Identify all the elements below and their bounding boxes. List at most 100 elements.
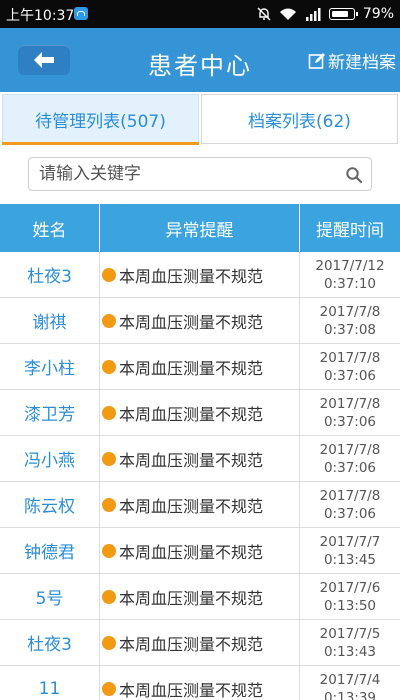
tab-bar: 待管理列表(507) 档案列表(62) [0, 92, 400, 146]
alert-clock: 0:37:06 [323, 413, 377, 430]
alert-clock: 0:13:43 [323, 643, 377, 660]
alert-time: 2017/7/8 0:37:06 [300, 436, 400, 481]
table-row[interactable]: 李小柱 本周血压测量不规范 2017/7/8 0:37:06 [0, 344, 400, 390]
active-tab-indicator [2, 142, 199, 145]
alert-text: 本周血压测量不规范 [119, 496, 264, 516]
patient-name[interactable]: 冯小燕 [0, 436, 100, 481]
alert-dot-icon [102, 635, 116, 650]
alert-dot-icon [102, 359, 116, 374]
alert-date: 2017/7/8 [319, 487, 381, 504]
tab-record-list[interactable]: 档案列表(62) [201, 94, 398, 144]
alert-text: 本周血压测量不规范 [119, 404, 264, 424]
alert-cell: 本周血压测量不规范 [100, 344, 300, 389]
alert-time: 2017/7/4 0:13:39 [300, 666, 400, 700]
wifi-icon [279, 7, 297, 21]
patient-name[interactable]: 杜夜3 [0, 620, 100, 665]
alert-dot-icon [102, 451, 116, 466]
patient-name[interactable]: 5号 [0, 574, 100, 619]
alert-cell: 本周血压测量不规范 [100, 436, 300, 481]
patient-name[interactable]: 李小柱 [0, 344, 100, 389]
patient-name[interactable]: 11 [0, 666, 100, 700]
edit-icon [308, 52, 325, 69]
patient-name[interactable]: 漆卫芳 [0, 390, 100, 435]
app-header: 患者中心 新建档案 [0, 28, 400, 92]
alert-cell: 本周血压测量不规范 [100, 666, 300, 700]
alert-cell: 本周血压测量不规范 [100, 252, 300, 297]
alert-date: 2017/7/12 [315, 257, 385, 274]
alert-time: 2017/7/5 0:13:43 [300, 620, 400, 665]
table-row[interactable]: 11 本周血压测量不规范 2017/7/4 0:13:39 [0, 666, 400, 700]
alert-date: 2017/7/7 [319, 533, 381, 550]
table-row[interactable]: 杜夜3 本周血压测量不规范 2017/7/5 0:13:43 [0, 620, 400, 666]
column-header-time: 提醒时间 [316, 220, 384, 241]
alert-date: 2017/7/8 [319, 395, 381, 412]
patient-name[interactable]: 陈云权 [0, 482, 100, 527]
alert-date: 2017/7/8 [319, 303, 381, 320]
alert-time: 2017/7/8 0:37:06 [300, 482, 400, 527]
alert-cell: 本周血压测量不规范 [100, 620, 300, 665]
alert-dot-icon [102, 313, 116, 328]
alert-dot-icon [102, 405, 116, 420]
patient-list: 杜夜3 本周血压测量不规范 2017/7/12 0:37:10 谢祺 本周血压测量… [0, 252, 400, 700]
alert-date: 2017/7/5 [319, 625, 381, 642]
patient-name[interactable]: 杜夜3 [0, 252, 100, 297]
alert-text: 本周血压测量不规范 [119, 542, 264, 562]
alert-time: 2017/7/7 0:13:45 [300, 528, 400, 573]
alert-dot-icon [102, 589, 116, 604]
table-row[interactable]: 漆卫芳 本周血压测量不规范 2017/7/8 0:37:06 [0, 390, 400, 436]
signal-icon [305, 7, 321, 21]
status-icons: 79% [257, 5, 394, 23]
app-notification-icon [74, 7, 88, 20]
alert-clock: 0:13:50 [323, 597, 377, 614]
alert-date: 2017/7/8 [319, 441, 381, 458]
alert-dot-icon [102, 543, 116, 558]
column-header-alert: 异常提醒 [100, 204, 300, 252]
alert-dot-icon [102, 267, 116, 282]
table-row[interactable]: 冯小燕 本周血压测量不规范 2017/7/8 0:37:06 [0, 436, 400, 482]
table-row[interactable]: 5号 本周血压测量不规范 2017/7/6 0:13:50 [0, 574, 400, 620]
search-box [28, 157, 372, 191]
patient-name[interactable]: 钟德君 [0, 528, 100, 573]
alert-clock: 0:37:06 [323, 367, 377, 384]
column-header-name: 姓名 [0, 204, 100, 252]
new-record-label: 新建档案 [328, 53, 396, 73]
alert-date: 2017/7/6 [319, 579, 381, 596]
new-record-button[interactable]: 新建档案 [308, 48, 396, 73]
table-row[interactable]: 陈云权 本周血压测量不规范 2017/7/8 0:37:06 [0, 482, 400, 528]
alert-date: 2017/7/8 [319, 349, 381, 366]
table-row[interactable]: 谢祺 本周血压测量不规范 2017/7/8 0:37:08 [0, 298, 400, 344]
alert-text: 本周血压测量不规范 [119, 634, 264, 654]
status-time: 上午10:37 [6, 8, 75, 24]
search-icon[interactable] [345, 166, 363, 184]
bell-muted-icon [257, 7, 271, 21]
alert-text: 本周血压测量不规范 [119, 312, 264, 332]
alert-text: 本周血压测量不规范 [119, 680, 264, 700]
alert-clock: 0:37:06 [323, 459, 377, 476]
tab-pending-list[interactable]: 待管理列表(507) [2, 94, 199, 144]
alert-dot-icon [102, 681, 116, 696]
alert-clock: 0:37:10 [323, 275, 377, 292]
search-input[interactable] [39, 158, 339, 190]
alert-cell: 本周血压测量不规范 [100, 528, 300, 573]
alert-clock: 0:37:08 [323, 321, 377, 338]
alert-time: 2017/7/6 0:13:50 [300, 574, 400, 619]
alert-date: 2017/7/4 [319, 671, 381, 688]
alert-text: 本周血压测量不规范 [119, 266, 264, 286]
alert-text: 本周血压测量不规范 [119, 450, 264, 470]
patient-name[interactable]: 谢祺 [0, 298, 100, 343]
status-bar: 上午10:37 79% [0, 0, 400, 28]
alert-time: 2017/7/12 0:37:10 [300, 252, 400, 297]
alert-time: 2017/7/8 0:37:06 [300, 390, 400, 435]
alert-time: 2017/7/8 0:37:08 [300, 298, 400, 343]
alert-time: 2017/7/8 0:37:06 [300, 344, 400, 389]
table-row[interactable]: 钟德君 本周血压测量不规范 2017/7/7 0:13:45 [0, 528, 400, 574]
alert-cell: 本周血压测量不规范 [100, 482, 300, 527]
battery-icon [328, 8, 358, 20]
alert-clock: 0:13:39 [323, 689, 377, 700]
alert-dot-icon [102, 497, 116, 512]
table-row[interactable]: 杜夜3 本周血压测量不规范 2017/7/12 0:37:10 [0, 252, 400, 298]
alert-text: 本周血压测量不规范 [119, 588, 264, 608]
alert-text: 本周血压测量不规范 [119, 358, 264, 378]
alert-cell: 本周血压测量不规范 [100, 298, 300, 343]
alert-cell: 本周血压测量不规范 [100, 390, 300, 435]
